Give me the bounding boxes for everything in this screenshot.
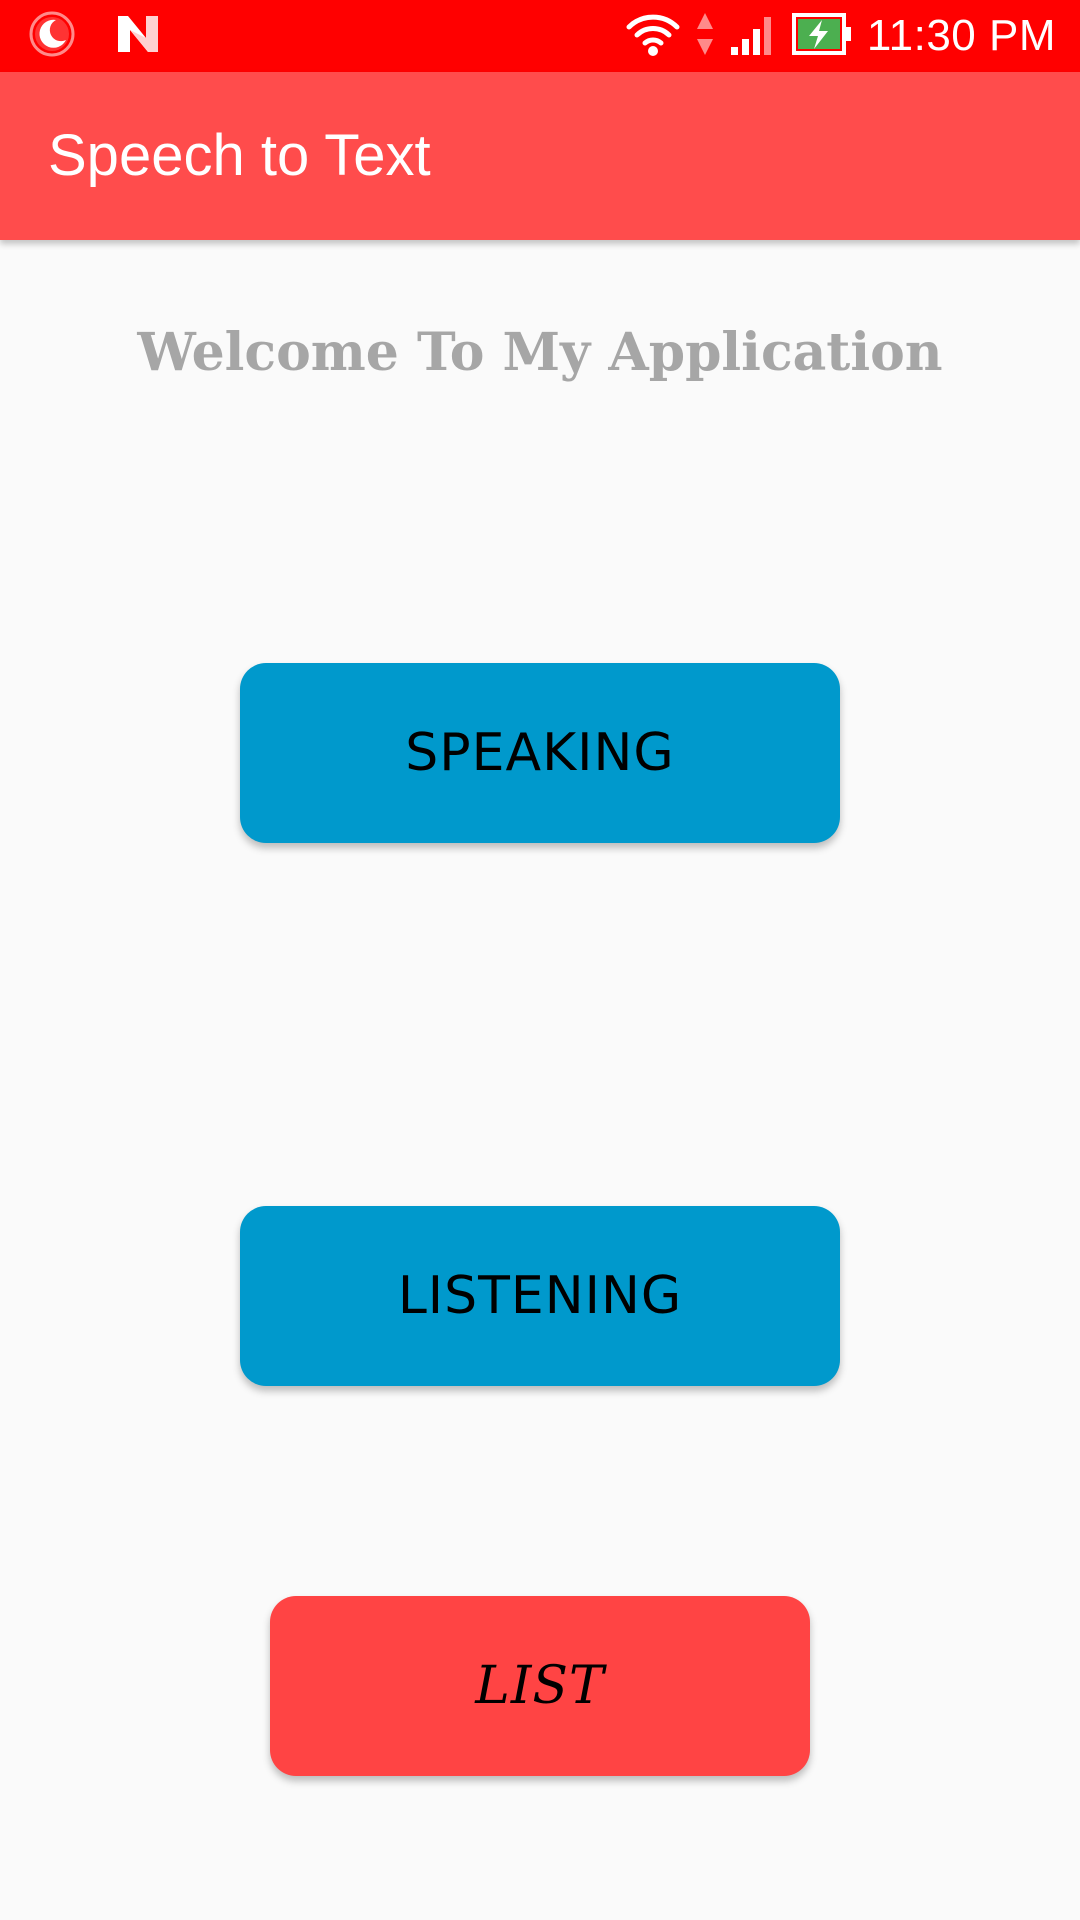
- wifi-icon: [625, 11, 681, 62]
- moon-icon: [28, 10, 76, 63]
- listening-button-label: LISTENING: [397, 1266, 683, 1326]
- data-arrows-icon: [695, 11, 715, 62]
- list-button-label: LIST: [475, 1656, 605, 1716]
- status-right-icons: 11:30 PM: [625, 0, 1056, 72]
- speaking-button-label: SPEAKING: [405, 723, 675, 783]
- app-title: Speech to Text: [48, 123, 431, 188]
- speaking-button[interactable]: SPEAKING: [240, 663, 840, 843]
- list-button[interactable]: LIST: [270, 1596, 810, 1776]
- battery-charging-icon: [791, 12, 853, 61]
- status-left-icons: [28, 10, 160, 63]
- welcome-heading: Welcome To My Application: [137, 322, 943, 383]
- cell-signal-icon: [729, 11, 777, 62]
- n-logo-icon: [116, 14, 160, 59]
- status-bar: 11:30 PM: [0, 0, 1080, 72]
- app-bar: Speech to Text: [0, 72, 1080, 240]
- listening-button[interactable]: LISTENING: [240, 1206, 840, 1386]
- status-time: 11:30 PM: [866, 11, 1056, 60]
